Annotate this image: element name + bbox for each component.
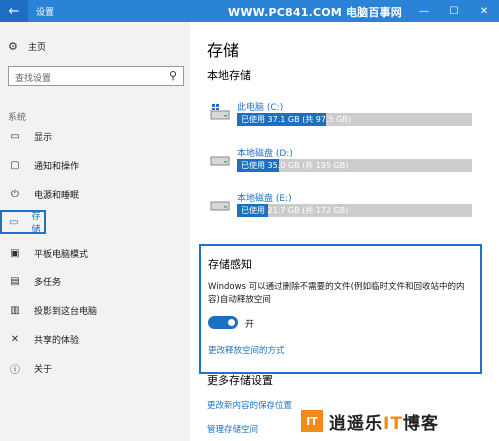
more-storage-settings-heading: 更多存储设置 <box>207 374 273 387</box>
sidebar-item-project[interactable]: ▥ 投影到这台电脑 <box>0 298 190 322</box>
storage-sense-title: 存储感知 <box>208 258 252 271</box>
drive-name: 本地磁盘 (E:) <box>237 194 292 204</box>
minimize-icon: — <box>419 5 429 17</box>
close-button[interactable]: ✕ <box>469 0 499 22</box>
back-button[interactable]: ← <box>0 0 28 22</box>
manage-storage-link[interactable]: 管理存储空间 <box>207 423 258 435</box>
disk-drive-icon <box>210 201 230 211</box>
minimize-button[interactable]: — <box>409 0 439 22</box>
drive-name: 此电脑 (C:) <box>237 103 284 113</box>
page-title: 存储 <box>207 41 240 60</box>
watermark-text: WWW.PC841.COM 电脑百事网 <box>228 6 402 19</box>
info-icon: ⓘ <box>10 364 20 376</box>
sidebar-item-tablet[interactable]: ▣ 平板电脑模式 <box>0 241 190 265</box>
usage-bar: 已使用 35.0 GB (共 195 GB) <box>237 159 472 172</box>
local-storage-heading: 本地存储 <box>207 69 251 82</box>
power-icon: ⏻ <box>11 188 19 200</box>
search-placeholder: 查找设置 <box>15 74 52 84</box>
gear-icon: ⚙ <box>8 40 18 53</box>
back-arrow-icon: ← <box>8 3 20 19</box>
brand-name-it: IT <box>383 413 403 434</box>
toggle-state-label: 开 <box>245 320 255 330</box>
sidebar-item-label: 显示 <box>34 132 53 143</box>
window-title: 设置 <box>36 8 55 18</box>
storage-sense-toggle[interactable] <box>208 316 238 329</box>
multitask-icon: ▤ <box>10 275 20 287</box>
sidebar-item-label: 投影到这台电脑 <box>34 306 98 317</box>
sidebar: ⚙ 主页 查找设置 ⚲ 系统 ▭ 显示 ▢ 通知和操作 ⏻ 电源和睡眠 ▭ 存储… <box>0 22 190 441</box>
notification-icon: ▢ <box>10 159 20 171</box>
sidebar-item-label: 关于 <box>34 364 53 375</box>
sidebar-item-power[interactable]: ⏻ 电源和睡眠 <box>0 182 190 206</box>
brand-name-suffix: 博客 <box>402 413 439 434</box>
title-bar: ← 设置 WWW.PC841.COM 电脑百事网 — ☐ ✕ <box>0 0 499 22</box>
sidebar-item-label: 平板电脑模式 <box>34 249 89 260</box>
usage-text: 已使用 37.1 GB (共 97.5 GB) <box>241 115 351 124</box>
display-icon: ▭ <box>10 130 20 142</box>
usage-text: 已使用 35.0 GB (共 195 GB) <box>241 161 349 170</box>
drive-d[interactable]: 本地磁盘 (D:) 已使用 35.0 GB (共 195 GB) <box>207 146 477 186</box>
drive-e[interactable]: 本地磁盘 (E:) 已使用 21.7 GB (共 172 GB) <box>207 191 477 231</box>
sidebar-item-label: 多任务 <box>34 277 62 288</box>
drive-c[interactable]: 此电脑 (C:) 已使用 37.1 GB (共 97.5 GB) <box>207 100 477 140</box>
toggle-knob <box>228 319 235 326</box>
sidebar-item-label: 共享的体验 <box>34 335 80 346</box>
windows-drive-icon <box>210 104 230 120</box>
sidebar-home[interactable]: ⚙ 主页 <box>8 40 46 53</box>
close-icon: ✕ <box>479 5 489 17</box>
maximize-icon: ☐ <box>449 5 459 17</box>
usage-bar: 已使用 37.1 GB (共 97.5 GB) <box>237 113 472 126</box>
storage-sense-description: Windows 可以通过删除不需要的文件(例如临时文件和回收站中的内容)自动释放… <box>208 282 465 305</box>
home-label: 主页 <box>28 43 47 53</box>
maximize-button[interactable]: ☐ <box>439 0 469 22</box>
sidebar-item-display[interactable]: ▭ 显示 <box>0 124 190 148</box>
search-icon: ⚲ <box>168 69 177 82</box>
storage-sense-panel: 存储感知 Windows 可以通过删除不需要的文件(例如临时文件和回收站中的内容… <box>199 244 482 374</box>
section-label-system: 系统 <box>8 113 27 123</box>
sidebar-item-label: 电源和睡眠 <box>34 190 80 201</box>
shared-experience-icon: ✕ <box>10 333 20 345</box>
project-icon: ▥ <box>10 304 20 316</box>
sidebar-item-label: 存储 <box>31 212 41 235</box>
storage-icon: ▭ <box>8 216 19 228</box>
brand-name: 逍遥乐IT博客 <box>329 409 439 434</box>
search-input[interactable]: 查找设置 ⚲ <box>8 66 184 86</box>
sidebar-item-shared[interactable]: ✕ 共享的体验 <box>0 327 190 351</box>
brand-watermark: IT 逍遥乐IT博客 <box>301 405 439 437</box>
brand-logo: IT <box>301 410 323 432</box>
drive-name: 本地磁盘 (D:) <box>237 149 293 159</box>
usage-text: 已使用 21.7 GB (共 172 GB) <box>241 206 349 215</box>
sidebar-item-storage[interactable]: ▭ 存储 <box>0 210 46 235</box>
sidebar-item-notifications[interactable]: ▢ 通知和操作 <box>0 153 190 177</box>
change-save-location-link[interactable]: 更改新内容的保存位置 <box>207 399 292 411</box>
sidebar-item-multitask[interactable]: ▤ 多任务 <box>0 269 190 293</box>
sidebar-item-about[interactable]: ⓘ 关于 <box>0 356 190 380</box>
tablet-icon: ▣ <box>10 247 20 259</box>
usage-bar: 已使用 21.7 GB (共 172 GB) <box>237 204 472 217</box>
change-free-space-link[interactable]: 更改释放空间的方式 <box>208 344 285 356</box>
disk-drive-icon <box>210 156 230 166</box>
brand-name-prefix: 逍遥乐 <box>329 413 383 434</box>
main-content: 存储 本地存储 此电脑 (C:) 已使用 37.1 GB (共 97.5 GB)… <box>190 22 499 441</box>
sidebar-item-label: 通知和操作 <box>34 161 80 172</box>
